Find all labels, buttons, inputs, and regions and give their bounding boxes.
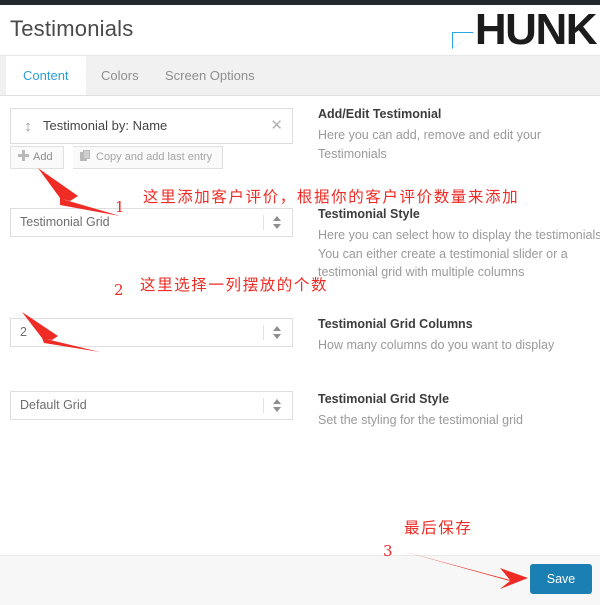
copy-button-label: Copy and add last entry: [96, 151, 213, 163]
grid-columns-select[interactable]: 2: [10, 318, 293, 347]
desc-testimonial-style: Testimonial Style Here you can select ho…: [318, 206, 600, 282]
add-button[interactable]: Add: [10, 146, 64, 169]
select-divider: [263, 215, 264, 230]
desc-grid-columns: Testimonial Grid Columns How many column…: [318, 316, 600, 355]
logo-wordmark: HUNK: [438, 6, 598, 54]
tab-colors[interactable]: Colors: [84, 56, 156, 95]
spinner-arrows-icon[interactable]: [272, 214, 283, 231]
tab-content[interactable]: Content: [6, 56, 86, 95]
desc-text: Set the styling for the testimonial grid: [318, 413, 523, 427]
testimonial-style-select[interactable]: Testimonial Grid: [10, 208, 293, 237]
desc-title: Testimonial Grid Style: [318, 392, 450, 406]
updown-arrows-icon[interactable]: ↕: [21, 117, 35, 137]
grid-style-select[interactable]: Default Grid: [10, 391, 293, 420]
logo-brand-text: HUNK: [474, 5, 598, 54]
desc-text: Here you can select how to display the t…: [318, 228, 600, 279]
desc-title: Testimonial Grid Columns: [318, 317, 473, 331]
testimonial-entry-row[interactable]: ↕ Testimonial by: Name ✕: [10, 108, 293, 144]
footer-bar: Save: [0, 556, 600, 605]
spinner-arrows-icon[interactable]: [272, 397, 283, 414]
copy-icon: [80, 150, 91, 161]
desc-title: Testimonial Style: [318, 207, 420, 221]
copy-last-entry-button[interactable]: Copy and add last entry: [73, 146, 224, 169]
desc-add-edit-testimonial: Add/Edit Testimonial Here you can add, r…: [318, 106, 600, 163]
desc-title: Add/Edit Testimonial: [318, 107, 442, 121]
select-divider: [263, 398, 264, 413]
spinner-arrows-icon[interactable]: [272, 324, 283, 341]
desc-grid-style: Testimonial Grid Style Set the styling f…: [318, 391, 600, 430]
plus-icon: [18, 150, 29, 161]
tab-bar: Content Colors Screen Options: [0, 56, 600, 96]
logo-triangle-mask-icon: [453, 33, 473, 48]
tab-screen-options[interactable]: Screen Options: [148, 56, 272, 95]
testimonial-style-value: Testimonial Grid: [20, 215, 110, 229]
grid-style-value: Default Grid: [20, 398, 87, 412]
grid-columns-value: 2: [20, 325, 27, 339]
close-icon[interactable]: ✕: [270, 117, 283, 135]
desc-text: Here you can add, remove and edit your T…: [318, 128, 542, 161]
save-button[interactable]: Save: [530, 564, 592, 594]
select-divider: [263, 325, 264, 340]
add-button-label: Add: [33, 151, 53, 163]
testimonial-entry-label: Testimonial by: Name: [43, 118, 168, 133]
settings-panel: ↕ Testimonial by: Name ✕ Add Copy and ad…: [0, 96, 600, 555]
desc-text: How many columns do you want to display: [318, 338, 555, 352]
page-title: Testimonials: [10, 16, 134, 41]
